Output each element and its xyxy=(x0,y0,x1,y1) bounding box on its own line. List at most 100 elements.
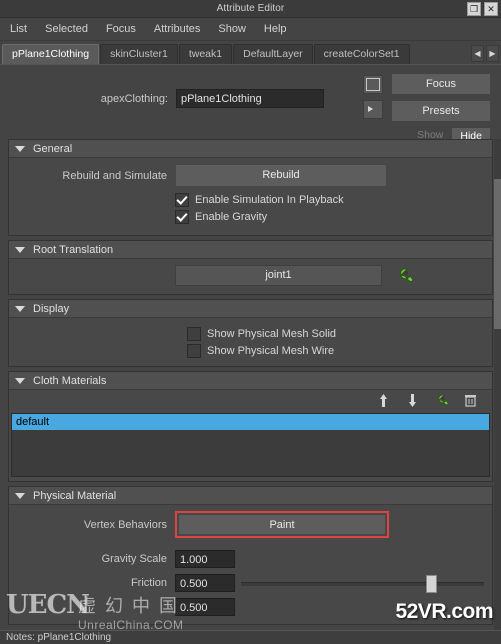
cloth-materials-list[interactable]: default xyxy=(11,413,490,477)
restore-button[interactable]: ❐ xyxy=(467,2,481,16)
collapse-triangle-icon[interactable] xyxy=(15,492,25,499)
show-physical-mesh-wire-label: Show Physical Mesh Wire xyxy=(207,345,335,357)
collapse-triangle-icon[interactable] xyxy=(15,145,25,152)
menu-item-attributes[interactable]: Attributes xyxy=(154,23,200,35)
move-down-icon[interactable] xyxy=(405,393,420,408)
section-display-title: Display xyxy=(33,302,70,315)
friction-slider-thumb[interactable] xyxy=(425,575,437,593)
menu-item-list[interactable]: List xyxy=(10,23,27,35)
section-physical-material-title: Physical Material xyxy=(33,489,117,502)
gravity-scale-input[interactable]: 1.000 xyxy=(175,550,235,568)
show-physical-mesh-wire-row[interactable]: Show Physical Mesh Wire xyxy=(187,344,486,358)
enable-simulation-playback-label: Enable Simulation In Playback xyxy=(195,194,344,206)
wrench-icon[interactable] xyxy=(394,267,414,285)
enable-gravity-label: Enable Gravity xyxy=(195,211,268,223)
attribute-editor-window: Attribute Editor ❐ ✕ List Selected Focus… xyxy=(0,0,501,644)
section-display-header[interactable]: Display xyxy=(9,300,492,318)
friction-slider-track xyxy=(241,582,484,586)
gravity-scale-label: Gravity Scale xyxy=(101,553,167,565)
enable-gravity-checkbox[interactable] xyxy=(175,210,189,224)
focus-button[interactable]: Focus xyxy=(391,73,491,95)
watermark-52vr: 52VR.com xyxy=(395,600,493,623)
tab-createcolorset1[interactable]: createColorSet1 xyxy=(313,44,410,64)
list-item[interactable]: default xyxy=(12,414,489,430)
watermark-uecn: UECN xyxy=(6,590,90,620)
tab-defaultlayer[interactable]: DefaultLayer xyxy=(233,44,313,64)
menu-bar: List Selected Focus Attributes Show Help xyxy=(0,18,501,41)
vertex-behaviors-row: Vertex Behaviors Paint xyxy=(15,511,486,538)
watermark-chinese: 虚 幻 中 国 xyxy=(78,596,180,616)
section-display-body: Show Physical Mesh Solid Show Physical M… xyxy=(9,318,492,366)
right-button-stack: Focus Presets Show Hide xyxy=(391,73,491,146)
window-title: Attribute Editor xyxy=(216,3,285,14)
cloth-materials-toolbar xyxy=(9,390,492,411)
friction-input[interactable]: 0.500 xyxy=(175,574,235,592)
node-select-icon[interactable] xyxy=(363,75,383,94)
enable-simulation-playback-checkbox[interactable] xyxy=(175,193,189,207)
top-area: apexClothing: pPlane1Clothing Focus Pres… xyxy=(0,65,501,146)
tab-bar: pPlane1Clothing skinCluster1 tweak1 Defa… xyxy=(0,41,501,64)
collapse-triangle-icon[interactable] xyxy=(15,246,25,253)
section-physical-material-header[interactable]: Physical Material xyxy=(9,487,492,505)
tab-tweak1[interactable]: tweak1 xyxy=(178,44,233,64)
tab-pplane1clothing[interactable]: pPlane1Clothing xyxy=(2,44,100,64)
apexclothing-input[interactable]: pPlane1Clothing xyxy=(176,89,324,108)
friction-slider[interactable] xyxy=(241,574,484,593)
title-bar: Attribute Editor ❐ ✕ xyxy=(0,0,501,18)
vertical-scrollbar[interactable] xyxy=(494,139,501,644)
collapse-triangle-icon[interactable] xyxy=(15,377,25,384)
menu-item-help[interactable]: Help xyxy=(264,23,287,35)
rebuild-row: Rebuild and Simulate Rebuild xyxy=(15,164,486,187)
tab-skincluster1[interactable]: skinCluster1 xyxy=(100,44,178,64)
show-physical-mesh-solid-row[interactable]: Show Physical Mesh Solid xyxy=(187,327,486,341)
close-button[interactable]: ✕ xyxy=(484,2,498,16)
show-physical-mesh-solid-label: Show Physical Mesh Solid xyxy=(207,328,337,340)
delete-trash-icon[interactable] xyxy=(463,393,478,408)
move-up-icon[interactable] xyxy=(376,393,391,408)
node-goto-icon[interactable] xyxy=(363,100,383,119)
section-root-translation-body: joint1 xyxy=(9,259,492,294)
section-root-translation: Root Translation joint1 xyxy=(8,240,493,295)
paint-button[interactable]: Paint xyxy=(178,514,386,535)
arrow-right-icon xyxy=(368,106,373,112)
section-cloth-materials-title: Cloth Materials xyxy=(33,374,107,387)
tab-next-arrow-icon[interactable]: ▶ xyxy=(486,45,499,62)
section-root-translation-header[interactable]: Root Translation xyxy=(9,241,492,259)
section-cloth-materials-body: default xyxy=(9,390,492,477)
section-general-header[interactable]: General xyxy=(9,140,492,158)
enable-gravity-row[interactable]: Enable Gravity xyxy=(175,210,486,224)
show-physical-mesh-solid-checkbox[interactable] xyxy=(187,327,201,341)
section-root-translation-title: Root Translation xyxy=(33,243,114,256)
window-controls: ❐ ✕ xyxy=(467,2,498,16)
root-translation-row: joint1 xyxy=(15,265,486,286)
section-general: General Rebuild and Simulate Rebuild Ena… xyxy=(8,139,493,236)
attribute-scroll-area[interactable]: General Rebuild and Simulate Rebuild Ena… xyxy=(0,139,501,644)
section-cloth-materials-header[interactable]: Cloth Materials xyxy=(9,372,492,390)
section-display: Display Show Physical Mesh Solid Show Ph… xyxy=(8,299,493,367)
enable-simulation-playback-row[interactable]: Enable Simulation In Playback xyxy=(175,193,486,207)
square-glyph-icon xyxy=(366,78,380,91)
paint-button-highlight: Paint xyxy=(175,511,389,538)
status-bar: Notes: pPlane1Clothing xyxy=(0,630,501,644)
vertex-behaviors-label: Vertex Behaviors xyxy=(83,518,167,531)
node-icon-buttons xyxy=(363,75,383,119)
tab-prev-arrow-icon[interactable]: ◀ xyxy=(471,45,484,62)
menu-item-focus[interactable]: Focus xyxy=(106,23,136,35)
tab-scroll-arrows: ◀ ▶ xyxy=(471,45,499,64)
presets-button[interactable]: Presets xyxy=(391,100,491,122)
apexclothing-label: apexClothing: xyxy=(100,92,168,105)
section-general-title: General xyxy=(33,142,73,155)
root-translation-value[interactable]: joint1 xyxy=(175,265,382,286)
menu-item-selected[interactable]: Selected xyxy=(45,23,88,35)
third-param-input[interactable]: 0.500 xyxy=(175,598,235,616)
menu-item-show[interactable]: Show xyxy=(218,23,246,35)
gravity-scale-row: Gravity Scale 1.000 xyxy=(15,550,486,568)
scrollbar-thumb[interactable] xyxy=(494,179,501,329)
show-physical-mesh-wire-checkbox[interactable] xyxy=(187,344,201,358)
collapse-triangle-icon[interactable] xyxy=(15,305,25,312)
rebuild-label: Rebuild and Simulate xyxy=(62,169,167,182)
rebuild-button[interactable]: Rebuild xyxy=(175,164,387,187)
section-general-body: Rebuild and Simulate Rebuild Enable Simu… xyxy=(9,158,492,235)
wrench-icon[interactable] xyxy=(434,393,449,408)
friction-label: Friction xyxy=(130,577,167,589)
